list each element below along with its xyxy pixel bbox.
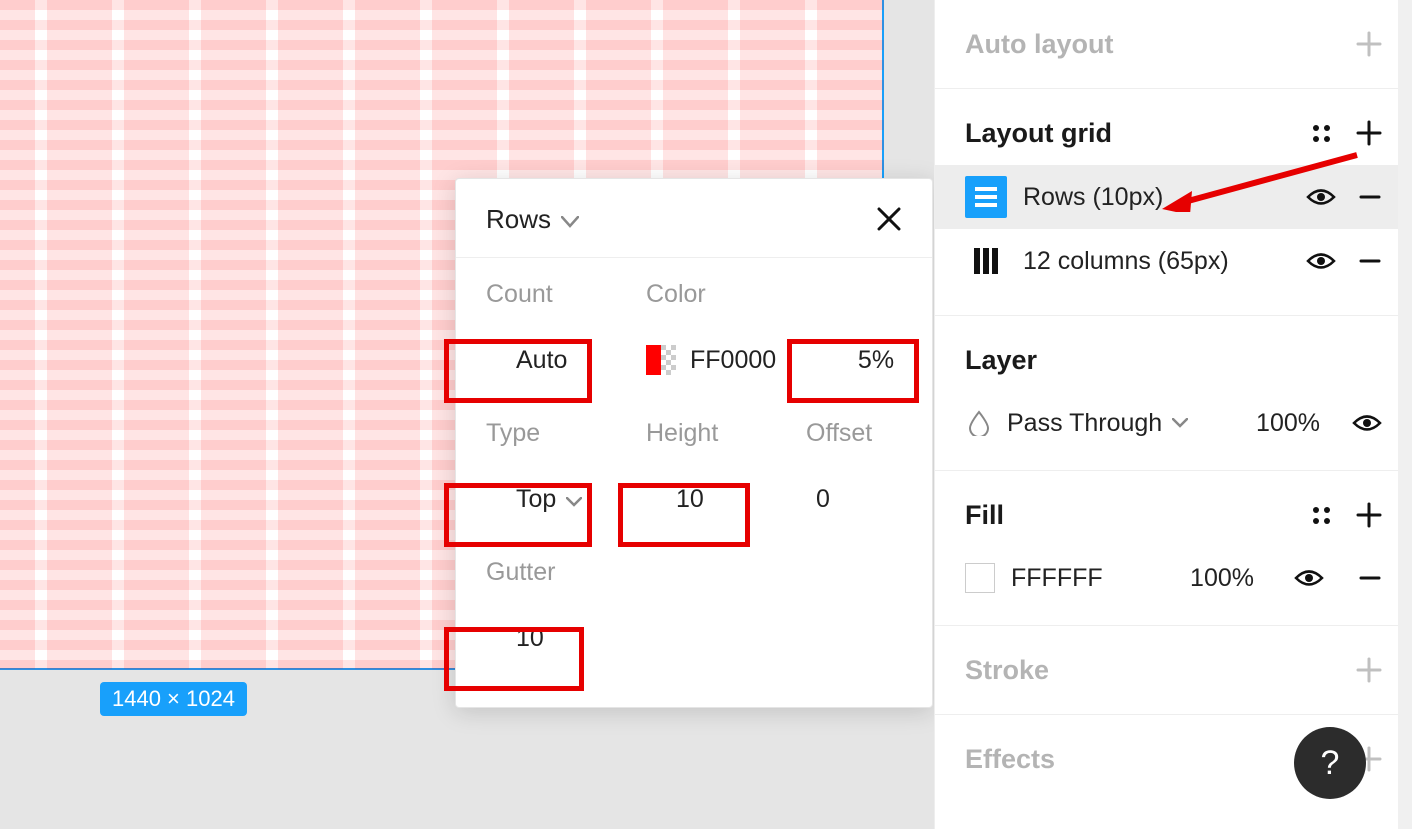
color-opacity-value: 5% [858,346,894,375]
blend-mode-icon [965,409,993,437]
offset-value: 0 [816,485,830,514]
fill-styles-button[interactable] [1310,504,1332,526]
color-opacity-input[interactable]: 5% [806,333,934,387]
fill-swatch-icon[interactable] [965,563,995,593]
help-label: ? [1321,744,1340,783]
toggle-layer-visibility-button[interactable] [1352,413,1382,433]
remove-grid-button[interactable] [1358,249,1382,273]
columns-icon [965,240,1007,282]
gutter-label: Gutter [486,558,646,587]
gutter-value: 10 [516,624,544,653]
remove-fill-button[interactable] [1358,566,1382,590]
fill-section: Fill FFFFFF 100% [935,471,1412,626]
close-button[interactable] [876,206,902,232]
height-input[interactable]: 10 [646,472,806,526]
type-label: Type [486,419,646,448]
grid-item-columns[interactable]: 12 columns (65px) [935,229,1412,293]
canvas-area[interactable]: 1440 × 1024 Rows Count Color [0,0,934,829]
layout-grid-title: Layout grid [965,118,1112,149]
help-button[interactable]: ? [1294,727,1366,799]
popover-header: Rows [456,179,932,257]
layer-title: Layer [965,345,1037,376]
effects-title: Effects [965,744,1055,775]
count-label: Count [486,280,646,309]
add-auto-layout-button[interactable] [1356,31,1382,57]
type-value: Top [516,485,556,514]
grid-type-label: Rows [486,204,551,235]
toggle-visibility-button[interactable] [1306,187,1336,207]
popover-body: Count Color Auto FF0000 5% [456,258,932,707]
auto-layout-section: Auto layout [935,0,1412,89]
height-label: Height [646,419,806,448]
auto-layout-title: Auto layout [965,29,1114,60]
fill-opacity-input[interactable]: 100% [1190,564,1254,593]
grid-item-label: Rows (10px) [1023,183,1290,212]
chevron-down-icon [566,485,582,514]
offset-label: Offset [806,419,934,448]
offset-input[interactable]: 0 [806,472,934,526]
add-stroke-button[interactable] [1356,657,1382,683]
fill-hex-input[interactable]: FFFFFF [1011,564,1103,593]
layer-opacity-input[interactable]: 100% [1256,409,1320,438]
rows-icon [965,176,1007,218]
grid-item-rows[interactable]: Rows (10px) [935,165,1412,229]
add-fill-button[interactable] [1356,502,1382,528]
chevron-down-icon [561,204,579,235]
grid-item-label: 12 columns (65px) [1023,247,1290,276]
grid-list: Rows (10px) 12 columns (65px) [935,165,1412,293]
rows-settings-popover: Rows Count Color Auto [455,178,933,708]
color-swatch-icon [646,345,676,375]
properties-panel: Auto layout Layout grid [934,0,1412,829]
gutter-input[interactable]: 10 [486,611,646,665]
frame-size-badge: 1440 × 1024 [100,682,247,716]
toggle-fill-visibility-button[interactable] [1294,568,1324,588]
count-value: Auto [516,346,567,375]
color-input[interactable]: FF0000 [646,333,806,387]
app-root: 1440 × 1024 Rows Count Color [0,0,1412,829]
color-label: Color [646,280,806,309]
layout-grid-section: Layout grid Rows (10px) [935,89,1412,316]
toggle-visibility-button[interactable] [1306,251,1336,271]
count-input[interactable]: Auto [486,333,646,387]
grid-styles-button[interactable] [1310,122,1332,144]
remove-grid-button[interactable] [1358,185,1382,209]
type-dropdown[interactable]: Top [486,472,646,526]
grid-type-dropdown[interactable]: Rows [486,204,579,235]
layer-section: Layer Pass Through 100% [935,316,1412,471]
blend-mode-dropdown[interactable]: Pass Through [1007,409,1188,438]
color-hex-value: FF0000 [690,346,776,375]
stroke-title: Stroke [965,655,1049,686]
blend-mode-value: Pass Through [1007,409,1162,438]
add-grid-button[interactable] [1356,120,1382,146]
height-value: 10 [676,485,704,514]
fill-title: Fill [965,500,1004,531]
stroke-section: Stroke [935,626,1412,715]
